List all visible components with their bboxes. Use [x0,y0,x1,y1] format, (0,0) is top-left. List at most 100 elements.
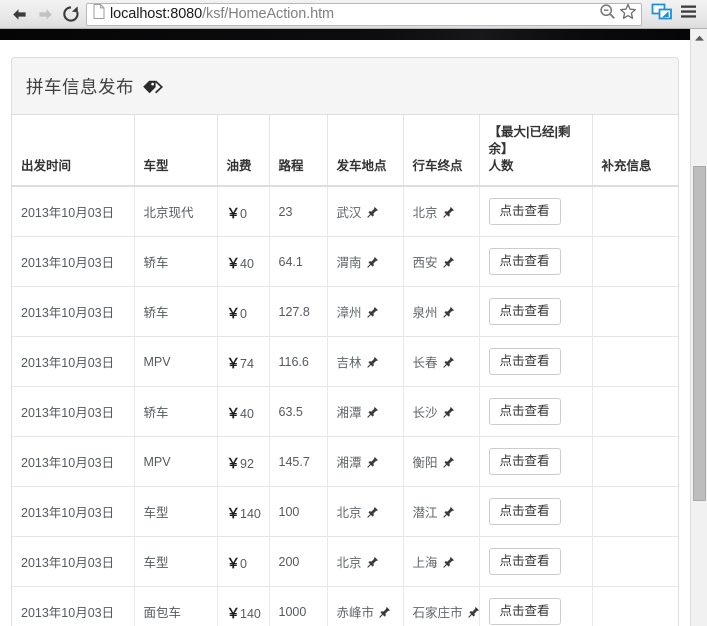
destination-label: 北京 [412,206,438,220]
col-header-car-type: 车型 [134,115,218,187]
vertical-scrollbar[interactable] [690,29,707,626]
table-header: 出发时间 车型 油费 路程 发车地点 行车终点 【最大|已经|剩余】 人数 补充信… [12,115,678,187]
map-pin-icon[interactable] [442,456,455,471]
view-seats-button[interactable]: 点击查看 [488,398,561,425]
cell-origin: 渭南 [327,236,404,287]
forward-arrow-icon [37,7,54,22]
view-seats-button[interactable]: 点击查看 [488,198,561,225]
map-pin-icon[interactable] [442,556,455,571]
col-header-departure-time: 出发时间 [12,115,135,187]
view-seats-button[interactable]: 点击查看 [488,498,561,525]
map-pin-icon[interactable] [366,256,379,271]
cell-extra-info [592,336,678,387]
cast-button[interactable] [649,2,674,27]
map-pin-icon[interactable] [442,256,455,271]
reload-button[interactable] [58,1,84,27]
map-pin-icon[interactable] [366,306,379,321]
cell-fuel-cost: ￥40 [217,236,270,287]
table-header-row: 出发时间 车型 油费 路程 发车地点 行车终点 【最大|已经|剩余】 人数 补充信… [12,115,678,187]
cell-distance: 1000 [269,586,328,626]
map-pin-icon[interactable] [379,606,391,621]
star-icon[interactable] [619,3,637,25]
back-button[interactable] [6,1,32,27]
cell-extra-info [592,536,678,587]
map-pin-icon[interactable] [442,306,455,321]
cell-origin: 武汉 [327,185,404,237]
menu-button[interactable] [676,2,701,27]
hamburger-menu-icon [680,4,697,24]
table-body: 2013年10月03日 北京现代 ￥0 23 武汉 北京 点击查看 2013年10月03日 轿车… [12,185,678,626]
view-seats-button[interactable]: 点击查看 [488,548,561,575]
address-bar[interactable]: localhost:8080/ksf/HomeAction.htm [86,2,642,26]
page-viewport: 拼车信息发布 出发时间 车型 油费 路程 发车地点 行车终点 【最大|已经|剩余… [0,29,707,626]
back-arrow-icon [11,7,28,22]
origin-label: 北京 [336,506,362,520]
cell-distance: 116.6 [269,336,328,387]
cell-seats: 点击查看 [479,286,593,337]
origin-label: 武汉 [336,206,362,220]
cell-fuel-cost: ￥74 [217,336,270,387]
cell-car-type: 轿车 [134,286,218,337]
yen-symbol: ￥ [226,455,241,471]
table-row: 2013年10月03日 MPV ￥74 116.6 吉林 长春 点击查看 [12,336,678,387]
col-header-distance: 路程 [269,115,328,187]
cell-extra-info [592,586,678,626]
cell-destination: 长春 [403,336,480,387]
cell-fuel-cost: ￥140 [217,586,270,626]
cell-seats: 点击查看 [479,486,593,537]
cell-destination: 上海 [403,536,480,587]
map-pin-icon[interactable] [366,356,379,371]
cell-distance: 200 [269,536,328,587]
view-seats-button[interactable]: 点击查看 [488,598,561,625]
origin-label: 湘潭 [336,406,362,420]
toolbar-right-actions [646,2,701,27]
view-seats-button[interactable]: 点击查看 [488,348,561,375]
map-pin-icon[interactable] [366,506,379,521]
cell-fuel-cost: ￥0 [217,185,270,237]
cell-origin: 湘潭 [327,386,404,437]
map-pin-icon[interactable] [366,456,379,471]
document-icon [93,4,105,24]
cell-distance: 145.7 [269,436,328,487]
cell-departure-time: 2013年10月03日 [12,486,135,537]
table-row: 2013年10月03日 车型 ￥0 200 北京 上海 点击查看 [12,536,678,587]
cell-destination: 潜江 [403,486,480,537]
page-title: 拼车信息发布 [26,77,134,97]
cell-departure-time: 2013年10月03日 [12,286,135,337]
cell-distance: 127.8 [269,286,328,337]
col-header-destination: 行车终点 [403,115,480,187]
carpool-table: 出发时间 车型 油费 路程 发车地点 行车终点 【最大|已经|剩余】 人数 补充信… [12,115,678,626]
cell-fuel-cost: ￥0 [217,286,270,337]
panel-heading: 拼车信息发布 [12,58,678,115]
seats-header-line1: 【最大|已经|剩余】 [488,125,571,156]
view-seats-button[interactable]: 点击查看 [488,248,561,275]
map-pin-icon[interactable] [366,556,379,571]
cell-seats: 点击查看 [479,236,593,287]
cell-extra-info [592,486,678,537]
origin-label: 赤峰市 [336,606,375,620]
view-seats-button[interactable]: 点击查看 [488,298,561,325]
forward-button[interactable] [32,1,58,27]
map-pin-icon[interactable] [442,506,455,521]
scrollbar-up-arrow[interactable] [691,29,707,46]
search-zoom-icon[interactable] [599,3,616,25]
cell-car-type: MPV [134,436,218,487]
map-pin-icon[interactable] [442,206,455,221]
hero-banner [0,29,690,40]
table-row: 2013年10月03日 车型 ￥140 100 北京 潜江 点击查看 [12,486,678,537]
destination-label: 石家庄市 [412,606,463,620]
cell-seats: 点击查看 [479,336,593,387]
map-pin-icon[interactable] [366,206,379,221]
cell-destination: 衡阳 [403,436,480,487]
browser-toolbar: localhost:8080/ksf/HomeAction.htm [0,0,707,29]
map-pin-icon[interactable] [366,406,379,421]
cell-seats: 点击查看 [479,386,593,437]
scrollbar-thumb[interactable] [693,166,706,501]
map-pin-icon[interactable] [467,606,478,621]
view-seats-button[interactable]: 点击查看 [488,448,561,475]
col-header-seats: 【最大|已经|剩余】 人数 [479,115,593,187]
map-pin-icon[interactable] [442,356,455,371]
map-pin-icon[interactable] [442,406,455,421]
cell-extra-info [592,386,678,437]
chevron-up-icon [694,35,704,41]
